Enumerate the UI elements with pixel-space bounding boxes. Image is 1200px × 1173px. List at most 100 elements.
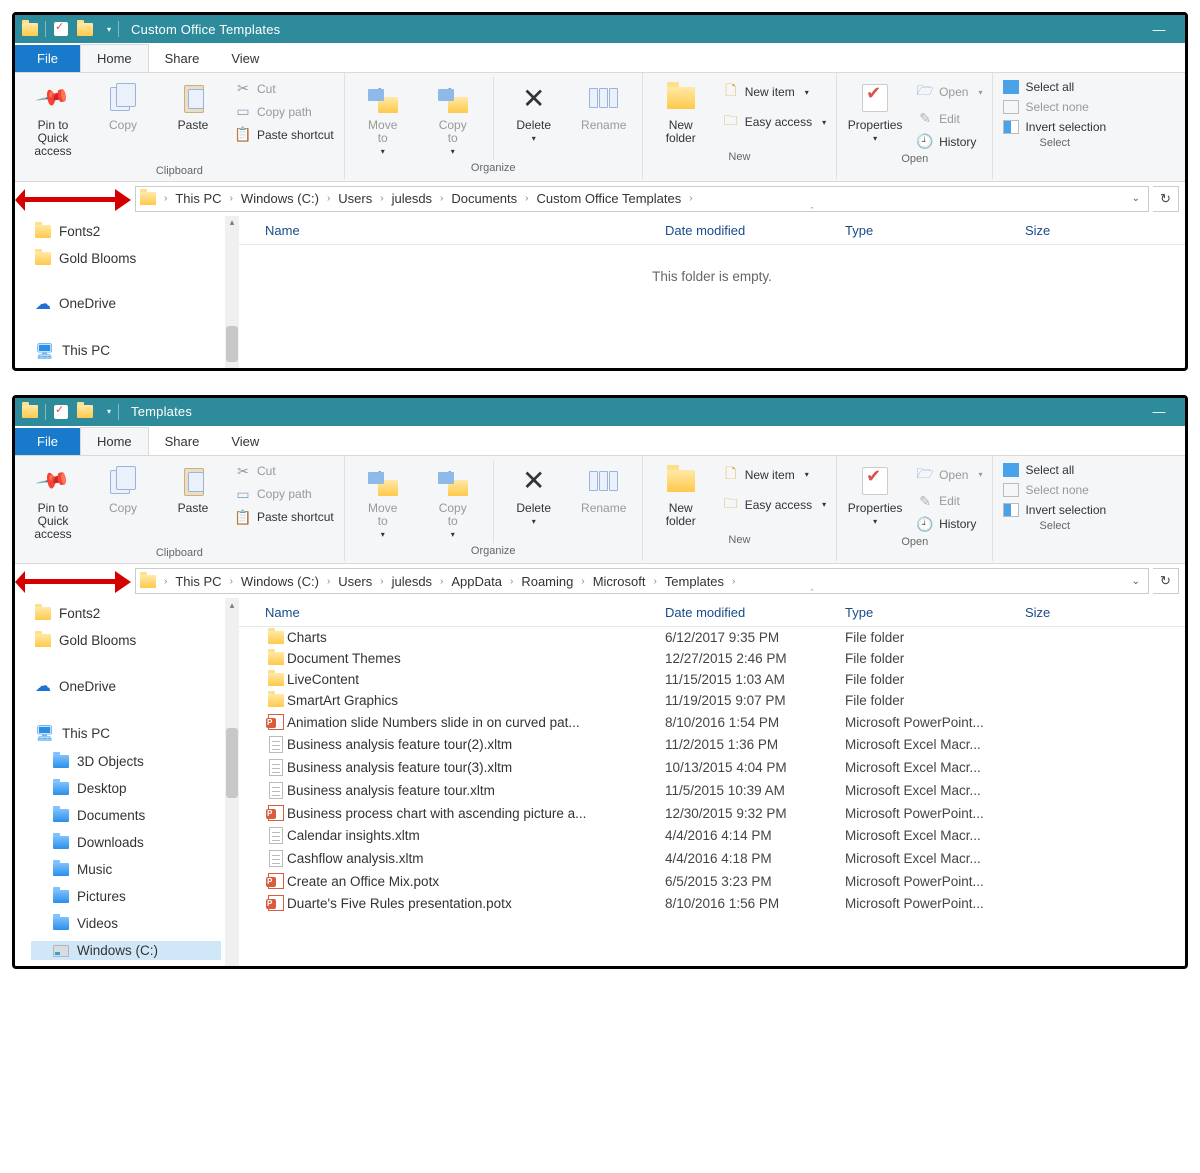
history-button[interactable]: 🕘History <box>915 132 984 151</box>
tab-view[interactable]: View <box>215 428 275 455</box>
qat-folder-icon[interactable] <box>21 403 39 421</box>
file-row[interactable]: SmartArt Graphics 11/19/2015 9:07 PM Fil… <box>239 690 1185 711</box>
pin-to-quick-access-button[interactable]: 📌 Pin to Quick access <box>21 460 85 546</box>
move-to-button[interactable]: ➔ Move to▾ <box>351 77 415 160</box>
paste-shortcut-button[interactable]: 📋Paste shortcut <box>233 125 336 144</box>
edit-button[interactable]: ✎Edit <box>915 109 984 128</box>
new-item-button[interactable]: 🗋New item▾ <box>721 79 828 105</box>
breadcrumb-segment[interactable]: This PC <box>171 574 225 589</box>
copy-button[interactable]: Copy <box>91 77 155 136</box>
minimize-button[interactable]: — <box>1139 15 1179 43</box>
pin-to-quick-access-button[interactable]: 📌 Pin to Quick access <box>21 77 85 163</box>
select-none-button[interactable]: Select none <box>1001 99 1108 115</box>
edit-button[interactable]: ✎Edit <box>915 492 984 511</box>
delete-button[interactable]: ✕ Delete▾ <box>502 460 566 530</box>
breadcrumb-segment[interactable]: julesds <box>388 574 436 589</box>
column-header-type[interactable]: Type <box>845 223 1025 238</box>
copy-path-button[interactable]: ▭Copy path <box>233 485 336 504</box>
qat-new-folder-icon[interactable] <box>76 403 94 421</box>
tree-item-videos[interactable]: Videos <box>31 914 221 933</box>
file-row[interactable]: Document Themes 12/27/2015 2:46 PM File … <box>239 648 1185 669</box>
copy-button[interactable]: Copy <box>91 460 155 519</box>
file-row[interactable]: Calendar insights.xltm 4/4/2016 4:14 PM … <box>239 824 1185 847</box>
breadcrumb-segment[interactable]: Custom Office Templates <box>532 191 685 206</box>
column-header-date[interactable]: Date modified <box>665 605 845 620</box>
address-dropdown-button[interactable]: ⌄ <box>1128 193 1144 204</box>
tab-file[interactable]: File <box>15 428 80 455</box>
column-header-type[interactable]: Type <box>845 605 1025 620</box>
tree-scrollbar[interactable]: ▴ <box>225 216 239 368</box>
delete-button[interactable]: ✕ Delete▾ <box>502 77 566 147</box>
qat-customize-button[interactable]: ▾ <box>100 20 118 38</box>
file-row[interactable]: Create an Office Mix.potx 6/5/2015 3:23 … <box>239 870 1185 892</box>
title-bar[interactable]: ▾ Custom Office Templates — <box>15 15 1185 43</box>
tree-item-onedrive[interactable]: ☁OneDrive <box>31 674 221 698</box>
easy-access-button[interactable]: 🗀Easy access▾ <box>721 492 828 518</box>
tree-item-windows-c[interactable]: Windows (C:) <box>31 941 221 960</box>
breadcrumb-segment[interactable]: AppData <box>447 574 506 589</box>
invert-selection-button[interactable]: Invert selection <box>1001 502 1108 518</box>
qat-properties-icon[interactable] <box>52 403 70 421</box>
rename-button[interactable]: Rename <box>572 77 636 136</box>
rename-button[interactable]: Rename <box>572 460 636 519</box>
file-row[interactable]: Cashflow analysis.xltm 4/4/2016 4:18 PM … <box>239 847 1185 870</box>
file-row[interactable]: Animation slide Numbers slide in on curv… <box>239 711 1185 733</box>
tab-share[interactable]: Share <box>149 428 216 455</box>
cut-button[interactable]: ✂Cut <box>233 79 336 98</box>
column-header-date[interactable]: Date modified <box>665 223 845 238</box>
breadcrumb-segment[interactable]: Documents <box>447 191 521 206</box>
tab-home[interactable]: Home <box>80 44 149 72</box>
tree-scrollbar[interactable]: ▴ <box>225 598 239 966</box>
title-bar[interactable]: ▾ Templates — <box>15 398 1185 426</box>
tree-item-this-pc[interactable]: 🖥This PC <box>31 340 221 362</box>
tab-view[interactable]: View <box>215 45 275 72</box>
breadcrumb-segment[interactable]: Users <box>334 574 376 589</box>
file-row[interactable]: Business analysis feature tour(3).xltm 1… <box>239 756 1185 779</box>
tree-item-this-pc[interactable]: 🖥This PC <box>31 722 221 744</box>
file-row[interactable]: Business analysis feature tour.xltm 11/5… <box>239 779 1185 802</box>
history-button[interactable]: 🕘History <box>915 515 984 534</box>
refresh-button[interactable]: ↻ <box>1153 568 1179 594</box>
breadcrumb-segment[interactable]: Roaming <box>517 574 577 589</box>
tab-share[interactable]: Share <box>149 45 216 72</box>
tree-item-desktop[interactable]: Desktop <box>31 779 221 798</box>
file-row[interactable]: LiveContent 11/15/2015 1:03 AM File fold… <box>239 669 1185 690</box>
easy-access-button[interactable]: 🗀Easy access▾ <box>721 109 828 135</box>
refresh-button[interactable]: ↻ <box>1153 186 1179 212</box>
open-button[interactable]: 🗁Open▾ <box>915 79 984 105</box>
scroll-thumb[interactable] <box>226 326 238 362</box>
tree-item-gold-blooms[interactable]: Gold Blooms <box>31 631 221 650</box>
qat-customize-button[interactable]: ▾ <box>100 403 118 421</box>
paste-shortcut-button[interactable]: 📋Paste shortcut <box>233 508 336 527</box>
open-button[interactable]: 🗁Open▾ <box>915 462 984 488</box>
copy-to-button[interactable]: ➔ Copy to▾ <box>421 460 485 543</box>
file-row[interactable]: Business process chart with ascending pi… <box>239 802 1185 824</box>
properties-button[interactable]: Properties▾ <box>843 460 907 530</box>
select-all-button[interactable]: Select all <box>1001 79 1108 95</box>
tree-item-downloads[interactable]: Downloads <box>31 833 221 852</box>
breadcrumb-segment[interactable]: Windows (C:) <box>237 574 323 589</box>
tree-item-gold-blooms[interactable]: Gold Blooms <box>31 249 221 268</box>
scroll-up-button[interactable]: ▴ <box>225 216 239 230</box>
scroll-thumb[interactable] <box>226 728 238 798</box>
tree-item-pictures[interactable]: Pictures <box>31 887 221 906</box>
paste-button[interactable]: Paste <box>161 460 225 519</box>
copy-to-button[interactable]: ➔ Copy to▾ <box>421 77 485 160</box>
qat-new-folder-icon[interactable] <box>76 20 94 38</box>
tree-item-fonts2[interactable]: Fonts2 <box>31 604 221 623</box>
tree-item-music[interactable]: Music <box>31 860 221 879</box>
column-header-size[interactable]: Size <box>1025 605 1085 620</box>
scroll-up-button[interactable]: ▴ <box>225 598 239 612</box>
file-row[interactable]: Charts 6/12/2017 9:35 PM File folder <box>239 627 1185 648</box>
paste-button[interactable]: Paste <box>161 77 225 136</box>
new-item-button[interactable]: 🗋New item▾ <box>721 462 828 488</box>
breadcrumb-segment[interactable]: Microsoft <box>589 574 650 589</box>
file-row[interactable]: Duarte's Five Rules presentation.potx 8/… <box>239 892 1185 914</box>
breadcrumb-segment[interactable]: This PC <box>171 191 225 206</box>
tree-item-documents[interactable]: Documents <box>31 806 221 825</box>
qat-properties-icon[interactable] <box>52 20 70 38</box>
tab-home[interactable]: Home <box>80 427 149 455</box>
tab-file[interactable]: File <box>15 45 80 72</box>
new-folder-button[interactable]: New folder <box>649 460 713 532</box>
copy-path-button[interactable]: ▭Copy path <box>233 102 336 121</box>
